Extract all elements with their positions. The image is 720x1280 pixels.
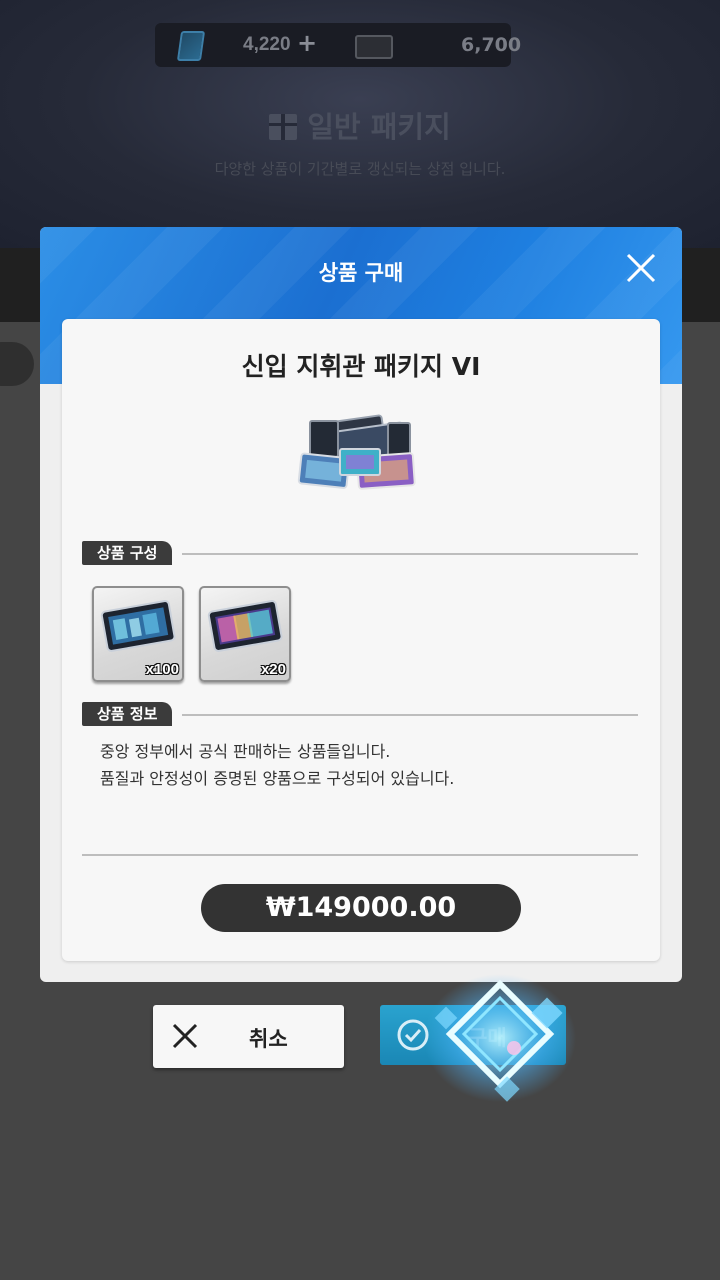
cancel-label: 취소 xyxy=(249,1027,288,1051)
gift-icon xyxy=(269,114,298,140)
purchase-dialog: 상품 구매 신입 지휘관 패키지 VI 상품 구성 x100 x20 상품 정보… xyxy=(40,227,682,982)
product-card: 신입 지휘관 패키지 VI 상품 구성 x100 x20 상품 정보 중앙 정부… xyxy=(62,319,660,961)
item-count: x20 xyxy=(260,661,286,678)
description-line: 품질과 안정성이 증명된 양품으로 구성되어 있습니다. xyxy=(100,769,455,788)
shop-title-label: 일반 패키지 xyxy=(307,110,451,144)
confirm-purchase-button[interactable]: 구매 xyxy=(380,1005,566,1065)
close-button[interactable] xyxy=(622,249,660,287)
info-section-header: 상품 정보 xyxy=(82,702,638,726)
confirm-label: 구매 xyxy=(468,1026,507,1050)
section-divider xyxy=(182,714,638,716)
gem-amount: 6,700 xyxy=(461,34,522,56)
price-label: ₩149000.00 xyxy=(201,884,521,932)
shop-subtitle: 다양한 상품이 기간별로 갱신되는 상점 입니다. xyxy=(214,160,506,178)
ticket-amount: 4,220 xyxy=(243,34,291,55)
check-circle-icon xyxy=(397,1019,429,1051)
product-description: 중앙 정부에서 공식 판매하는 상품들입니다. 품질과 안정성이 증명된 양품으… xyxy=(100,738,630,792)
ticket-bundle-blue-icon xyxy=(100,600,176,652)
description-line: 중앙 정부에서 공식 판매하는 상품들입니다. xyxy=(100,742,391,761)
package-name: 신입 지휘관 패키지 VI xyxy=(241,352,481,381)
gem-icon xyxy=(355,35,393,59)
shop-title: 일반 패키지 xyxy=(0,104,720,146)
dialog-title: 상품 구매 xyxy=(318,261,404,285)
item-slot[interactable]: x20 xyxy=(199,586,291,682)
add-ticket-button[interactable]: + xyxy=(297,29,317,57)
currency-bar: 4,220 + 6,700 xyxy=(155,23,521,67)
close-icon xyxy=(626,253,656,283)
price-divider xyxy=(82,854,638,856)
shop-filter-pill xyxy=(0,342,34,386)
contents-label: 상품 구성 xyxy=(82,541,173,565)
contents-section-header: 상품 구성 xyxy=(82,541,638,565)
item-slot[interactable]: x100 xyxy=(92,586,184,682)
info-label: 상품 정보 xyxy=(82,702,173,726)
package-image xyxy=(297,414,416,490)
ticket-icon xyxy=(176,31,206,61)
shop-background: 4,220 + 6,700 일반 패키지 다양한 상품이 기간별로 갱신되는 상… xyxy=(0,0,720,248)
close-icon xyxy=(172,1023,198,1049)
item-count: x100 xyxy=(145,661,179,678)
section-divider xyxy=(182,553,638,555)
cancel-button[interactable]: 취소 xyxy=(153,1005,344,1068)
ticket-bundle-rainbow-icon xyxy=(207,600,283,652)
